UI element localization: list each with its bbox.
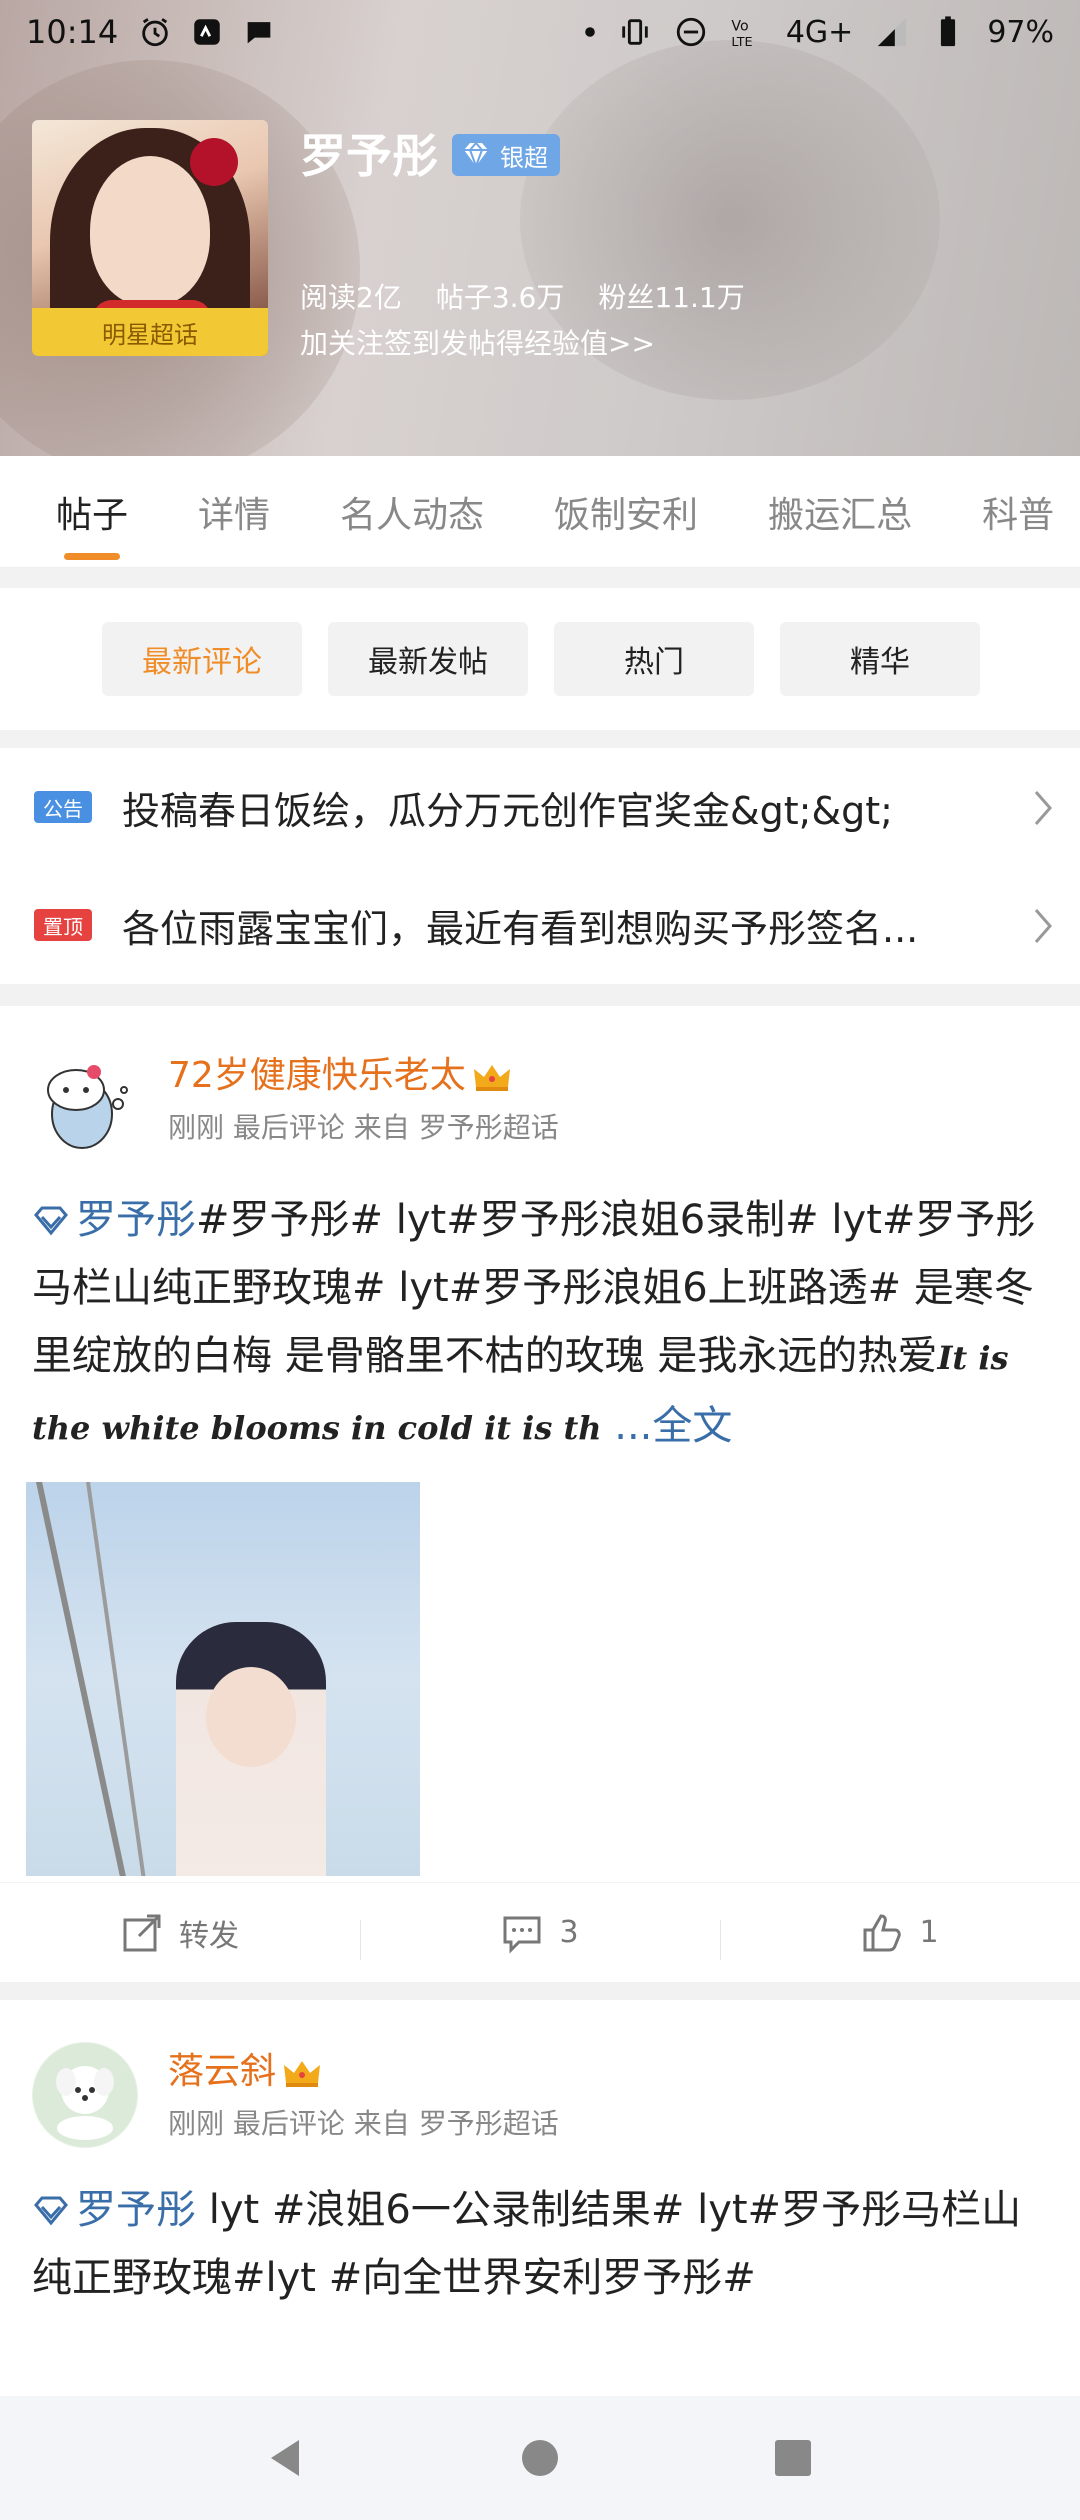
post-card[interactable]: 72岁健康快乐老太 刚刚 最后评论 来自 罗予彤超话 罗予彤#罗予彤# lyt#… (0, 1006, 1080, 1982)
hello-kitty-avatar-icon (47, 1065, 128, 1149)
like-button[interactable]: 1 (720, 1912, 1080, 1960)
do-not-disturb-icon (676, 17, 705, 47)
crown-icon (284, 2061, 321, 2087)
comment-button[interactable]: 3 (360, 1912, 720, 1960)
stat-fans: 粉丝11.1万 (598, 281, 745, 314)
repost-button[interactable]: 转发 (0, 1911, 360, 1955)
post-image[interactable] (26, 1482, 420, 1876)
star-supertopic-tag: 明星超话 (32, 308, 268, 356)
supertopic-link[interactable]: 罗予彤 (76, 1197, 196, 1243)
announcement-text: 投稿春日饭绘，瓜分万元创作官奖金&gt;&gt; (122, 788, 893, 833)
back-icon[interactable] (263, 2434, 311, 2482)
post-meta: 刚刚 最后评论 来自 罗予彤超话 (168, 1111, 559, 1144)
chevron-right-icon (1034, 909, 1052, 943)
crown-icon (473, 1065, 510, 1091)
app-notification-icon (194, 19, 220, 45)
network-type: 4G+ (785, 14, 854, 50)
post-meta: 刚刚 最后评论 来自 罗予彤超话 (168, 2107, 559, 2140)
filter-featured[interactable]: 精华 (780, 622, 980, 696)
svg-text:Vo: Vo (731, 19, 748, 35)
tab-fan-works[interactable]: 饭制安利 (554, 486, 698, 538)
level-badge[interactable]: 银超 (452, 134, 560, 176)
filter-hot[interactable]: 热门 (554, 622, 754, 696)
dot-icon (585, 27, 595, 37)
announcement-row[interactable]: 公告 投稿春日饭绘，瓜分万元创作官奖金&gt;&gt; (0, 748, 1080, 866)
notice-list: 公告 投稿春日饭绘，瓜分万元创作官奖金&gt;&gt; 置顶 各位雨露宝宝们，最… (0, 748, 1080, 984)
supertopic-avatar[interactable]: 明星超话 (32, 120, 268, 356)
filter-latest-posts[interactable]: 最新发帖 (328, 622, 528, 696)
user-avatar[interactable] (32, 2042, 138, 2148)
vibrate-icon (622, 19, 648, 45)
post-body[interactable]: 罗予彤#罗予彤# lyt#罗予彤浪姐6录制# lyt#罗予彤马栏山纯正野玫瑰# … (32, 1186, 1052, 1462)
stat-reads: 阅读2亿 (300, 281, 402, 314)
profile-header: 10:14 Vo LTE 4G+ 97% 明星超话 罗予彤 银超 阅读2亿 帖子3… (0, 0, 1080, 456)
pinned-row[interactable]: 置顶 各位雨露宝宝们，最近有看到想购买予彤签名... (0, 866, 1080, 984)
post-card[interactable]: 落云斜 刚刚 最后评论 来自 罗予彤超话 罗予彤 lyt #浪姐6一公录制结果#… (0, 2000, 1080, 2396)
supertopic-link[interactable]: 罗予彤 (76, 2187, 196, 2233)
stat-posts: 帖子3.6万 (435, 281, 565, 314)
tab-bar: 帖子 详情 名人动态 饭制安利 搬运汇总 科普 (0, 456, 1080, 568)
battery-level: 97% (987, 14, 1054, 50)
share-icon (123, 1914, 161, 1951)
post-username[interactable]: 72岁健康快乐老太 (168, 1046, 512, 1098)
tab-reposts-collection[interactable]: 搬运汇总 (768, 486, 912, 538)
signal-icon (878, 17, 907, 47)
supertopic-diamond-icon (34, 2196, 68, 2226)
puppy-avatar-icon (33, 2043, 137, 2147)
thumbs-up-icon (863, 1913, 902, 1951)
chevron-right-icon (1034, 791, 1052, 825)
pinned-text: 各位雨露宝宝们，最近有看到想购买予彤签名... (122, 906, 919, 951)
post-body[interactable]: 罗予彤 lyt #浪姐6一公录制结果# lyt#罗予彤马栏山纯正野玫瑰#lyt … (32, 2176, 1052, 2312)
user-avatar[interactable] (32, 1054, 138, 1160)
post-actions: 转发 3 1 (0, 1882, 1080, 1982)
repost-label: 转发 (179, 1918, 239, 1954)
tab-details[interactable]: 详情 (198, 486, 270, 538)
chat-bubble-icon (247, 22, 271, 44)
volte-icon: VoLTE (731, 19, 752, 49)
like-count: 1 (919, 1915, 939, 1950)
follow-hint-link[interactable]: 加关注签到发帖得经验值>> (300, 322, 655, 362)
read-more-link[interactable]: ...全文 (602, 1403, 732, 1449)
badge-label: 银超 (500, 143, 548, 172)
recents-icon[interactable] (769, 2434, 817, 2482)
comment-icon (503, 1916, 541, 1954)
battery-icon (941, 16, 956, 47)
system-nav-bar (0, 2396, 1080, 2520)
tab-posts[interactable]: 帖子 (56, 486, 128, 560)
supertopic-stats: 阅读2亿 帖子3.6万 粉丝11.1万 (300, 276, 745, 316)
username-text: 落云斜 (168, 2051, 277, 2092)
status-time: 10:14 (26, 13, 119, 51)
svg-text:LTE: LTE (731, 35, 752, 49)
tab-science[interactable]: 科普 (982, 486, 1054, 538)
announcement-tag: 公告 (34, 791, 92, 823)
home-icon[interactable] (516, 2434, 564, 2482)
status-bar: 10:14 Vo LTE 4G+ 97% (0, 0, 1080, 64)
post-username[interactable]: 落云斜 (168, 2042, 322, 2094)
alarm-icon (142, 18, 168, 47)
filter-latest-comments[interactable]: 最新评论 (102, 622, 302, 696)
pinned-tag: 置顶 (34, 909, 92, 941)
tab-celebrity-news[interactable]: 名人动态 (340, 486, 484, 538)
comment-count: 3 (559, 1915, 579, 1950)
supertopic-name: 罗予彤 (300, 129, 438, 183)
sort-filters: 最新评论 最新发帖 热门 精华 (0, 588, 1080, 730)
username-text: 72岁健康快乐老太 (168, 1055, 466, 1096)
supertopic-diamond-icon (34, 1206, 68, 1236)
diamond-icon (464, 141, 488, 169)
